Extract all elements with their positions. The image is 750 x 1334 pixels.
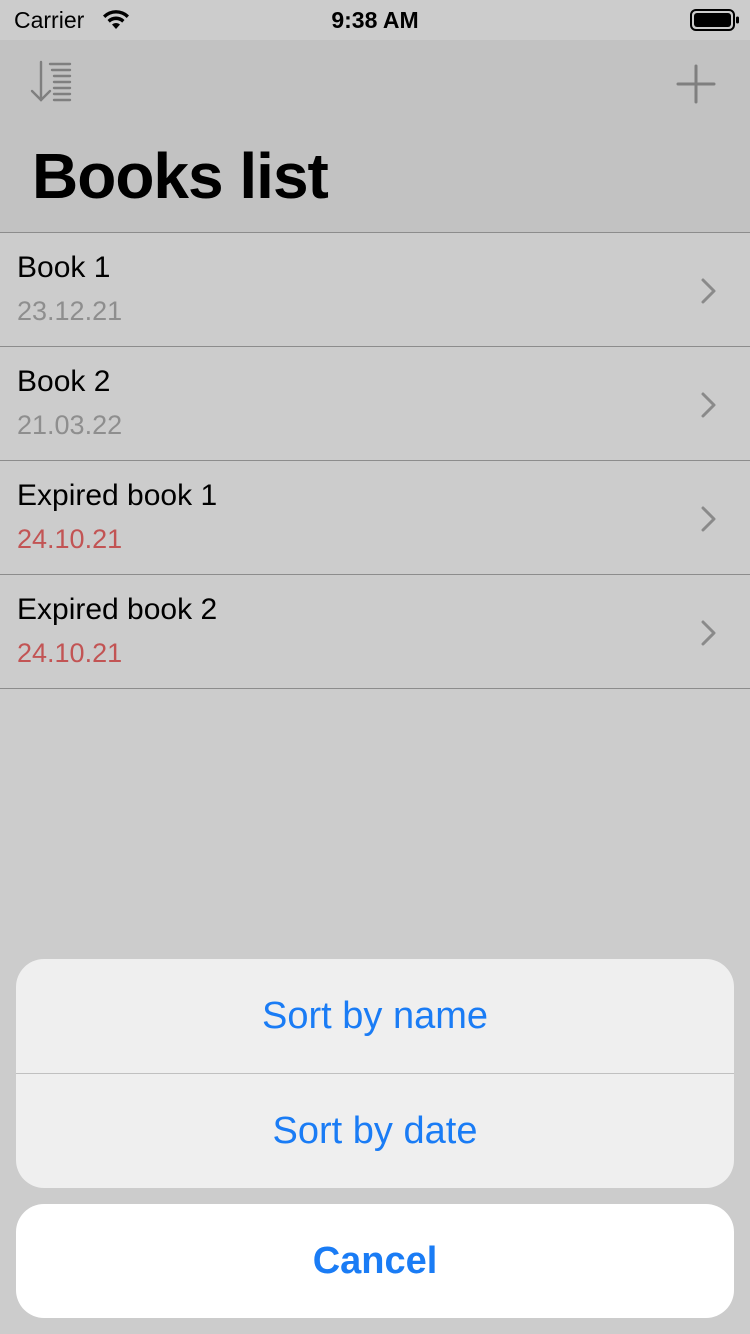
sort-icon[interactable] [26, 58, 76, 108]
chevron-right-icon [701, 620, 716, 646]
list-item[interactable]: Book 2 21.03.22 [0, 347, 750, 461]
chevron-right-icon [701, 392, 716, 418]
chevron-right-icon [701, 278, 716, 304]
navigation-bar: Books list [0, 40, 750, 232]
battery-icon [690, 9, 739, 31]
book-date: 23.12.21 [17, 296, 123, 326]
page-title: Books list [32, 140, 329, 212]
list-item[interactable]: Expired book 2 24.10.21 [0, 575, 750, 689]
book-date: 21.03.22 [17, 410, 123, 440]
book-title: Expired book 1 [17, 479, 218, 512]
sort-by-name-button[interactable]: Sort by name [16, 959, 734, 1074]
list-item[interactable]: Book 1 23.12.21 [0, 233, 750, 347]
status-bar: Carrier 9:38 AM [0, 0, 750, 40]
book-date-expired: 24.10.21 [17, 524, 123, 554]
list-item[interactable]: Expired book 1 24.10.21 [0, 461, 750, 575]
book-title: Book 2 [17, 365, 111, 398]
books-list: Book 1 23.12.21 Book 2 21.03.22 Expired … [0, 232, 750, 689]
book-title: Expired book 2 [17, 593, 218, 626]
cancel-button[interactable]: Cancel [16, 1204, 734, 1318]
chevron-right-icon [701, 506, 716, 532]
plus-icon[interactable] [672, 60, 720, 108]
book-title: Book 1 [17, 251, 111, 284]
book-date-expired: 24.10.21 [17, 638, 123, 668]
sort-by-date-button[interactable]: Sort by date [16, 1074, 734, 1188]
sort-action-sheet: Sort by name Sort by date [16, 959, 734, 1188]
clock: 9:38 AM [331, 7, 419, 33]
